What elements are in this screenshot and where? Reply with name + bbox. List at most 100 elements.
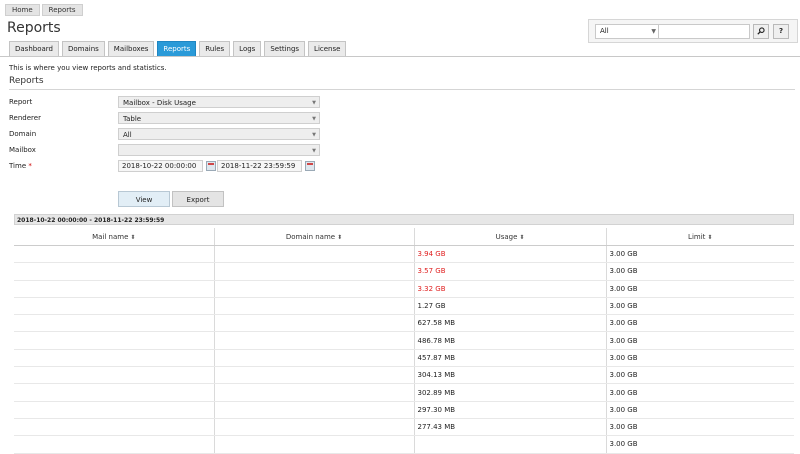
- tab-license[interactable]: License: [308, 41, 347, 56]
- tab-divider: [0, 56, 800, 57]
- view-button[interactable]: View: [118, 191, 170, 207]
- domain-name-cell: [213, 331, 414, 350]
- domain-name-cell: [213, 297, 414, 316]
- table-row: 302.89 MB 3.00 GB: [14, 383, 794, 402]
- sort-icon: ⬍: [707, 233, 713, 241]
- limit-cell: 3.00 GB: [605, 280, 794, 298]
- time-label: Time *: [9, 162, 32, 170]
- magnifier-icon: [757, 27, 765, 35]
- breadcrumb-reports[interactable]: Reports: [41, 4, 83, 16]
- search-button[interactable]: [753, 24, 769, 39]
- tab-rules[interactable]: Rules: [199, 41, 231, 56]
- limit-cell: 3.00 GB: [605, 349, 794, 368]
- table-row: 457.87 MB 3.00 GB: [14, 349, 794, 368]
- breadcrumb: Home Reports: [5, 4, 85, 16]
- usage-cell: 297.30 MB: [413, 401, 606, 419]
- limit-cell: 3.00 GB: [605, 331, 794, 350]
- tab-mailboxes[interactable]: Mailboxes: [107, 41, 155, 56]
- domain-select[interactable]: All ▼: [118, 128, 320, 140]
- tab-dashboard[interactable]: Dashboard: [9, 41, 59, 56]
- usage-cell: [413, 435, 606, 454]
- sort-icon: ⬍: [337, 233, 343, 241]
- column-header-domain-name[interactable]: Domain name ⬍: [213, 228, 414, 246]
- domain-name-cell: [213, 383, 414, 402]
- limit-cell: 3.00 GB: [605, 262, 794, 281]
- mail-name-cell: [14, 245, 214, 264]
- report-range-bar: 2018-10-22 00:00:00 - 2018-11-22 23:59:5…: [14, 214, 794, 225]
- chevron-down-icon: ▼: [312, 148, 316, 154]
- sort-icon: ⬍: [130, 233, 136, 241]
- time-from-input[interactable]: 2018-10-22 00:00:00: [118, 160, 203, 172]
- usage-cell: 277.43 MB: [413, 418, 606, 437]
- calendar-icon[interactable]: [206, 161, 216, 171]
- table-row: 277.43 MB 3.00 GB: [14, 418, 794, 437]
- table-row: 3.94 GB 3.00 GB: [14, 245, 794, 264]
- domain-name-cell: [213, 262, 414, 281]
- section-divider: [9, 89, 795, 90]
- mail-name-cell: [14, 280, 214, 298]
- usage-cell: 3.57 GB: [413, 262, 606, 281]
- tab-domains[interactable]: Domains: [61, 41, 105, 56]
- help-button[interactable]: ?: [773, 24, 789, 39]
- mailbox-select[interactable]: ▼: [118, 144, 320, 156]
- mail-name-cell: [14, 418, 214, 437]
- domain-name-cell: [213, 280, 414, 298]
- usage-cell: 302.89 MB: [413, 383, 606, 402]
- usage-cell: 486.78 MB: [413, 331, 606, 350]
- domain-name-cell: [213, 245, 414, 264]
- mail-name-cell: [14, 435, 214, 454]
- renderer-select[interactable]: Table ▼: [118, 112, 320, 124]
- domain-name-cell: [213, 401, 414, 419]
- required-marker: *: [28, 162, 32, 170]
- renderer-label: Renderer: [9, 114, 41, 122]
- intro-text: This is where you view reports and stati…: [9, 64, 167, 72]
- usage-cell: 3.94 GB: [413, 245, 606, 264]
- mailbox-label: Mailbox: [9, 146, 36, 154]
- tab-settings[interactable]: Settings: [264, 41, 306, 56]
- chevron-down-icon: ▼: [312, 100, 316, 106]
- domain-name-cell: [213, 435, 414, 454]
- table-row: 297.30 MB 3.00 GB: [14, 401, 794, 419]
- mail-name-cell: [14, 331, 214, 350]
- sort-icon: ⬍: [519, 233, 525, 241]
- search-scope-value: All: [600, 27, 609, 35]
- table-row: 3.00 GB: [14, 435, 794, 454]
- report-select[interactable]: Mailbox - Disk Usage ▼: [118, 96, 320, 108]
- domain-name-cell: [213, 418, 414, 437]
- column-header-limit[interactable]: Limit ⬍: [605, 228, 794, 246]
- table-row: 304.13 MB 3.00 GB: [14, 366, 794, 385]
- chevron-down-icon: ▼: [312, 132, 316, 138]
- tab-reports[interactable]: Reports: [157, 41, 197, 56]
- limit-cell: 3.00 GB: [605, 383, 794, 402]
- limit-cell: 3.00 GB: [605, 297, 794, 316]
- search-input[interactable]: [658, 24, 750, 39]
- renderer-select-value: Table: [123, 115, 142, 123]
- limit-cell: 3.00 GB: [605, 245, 794, 264]
- chevron-down-icon: ▼: [651, 28, 656, 35]
- table-row: 3.57 GB 3.00 GB: [14, 262, 794, 281]
- mail-name-cell: [14, 297, 214, 316]
- export-button[interactable]: Export: [172, 191, 224, 207]
- limit-cell: 3.00 GB: [605, 418, 794, 437]
- column-header-usage[interactable]: Usage ⬍: [413, 228, 606, 246]
- domain-name-cell: [213, 366, 414, 385]
- main-tabs: Dashboard Domains Mailboxes Reports Rule…: [9, 41, 349, 56]
- domain-name-cell: [213, 314, 414, 333]
- table-row: 3.32 GB 3.00 GB: [14, 280, 794, 298]
- calendar-icon[interactable]: [305, 161, 315, 171]
- chevron-down-icon: ▼: [312, 116, 316, 122]
- search-scope-select[interactable]: All ▼: [595, 24, 661, 39]
- report-select-value: Mailbox - Disk Usage: [123, 99, 196, 107]
- time-to-input[interactable]: 2018-11-22 23:59:59: [217, 160, 302, 172]
- usage-cell: 457.87 MB: [413, 349, 606, 368]
- column-header-mail-name[interactable]: Mail name ⬍: [14, 228, 214, 246]
- tab-logs[interactable]: Logs: [233, 41, 262, 56]
- table-row: 627.58 MB 3.00 GB: [14, 314, 794, 333]
- breadcrumb-home[interactable]: Home: [5, 4, 40, 16]
- usage-cell: 304.13 MB: [413, 366, 606, 385]
- limit-cell: 3.00 GB: [605, 435, 794, 454]
- mail-name-cell: [14, 366, 214, 385]
- domain-name-cell: [213, 349, 414, 368]
- usage-cell: 1.27 GB: [413, 297, 606, 316]
- limit-cell: 3.00 GB: [605, 401, 794, 419]
